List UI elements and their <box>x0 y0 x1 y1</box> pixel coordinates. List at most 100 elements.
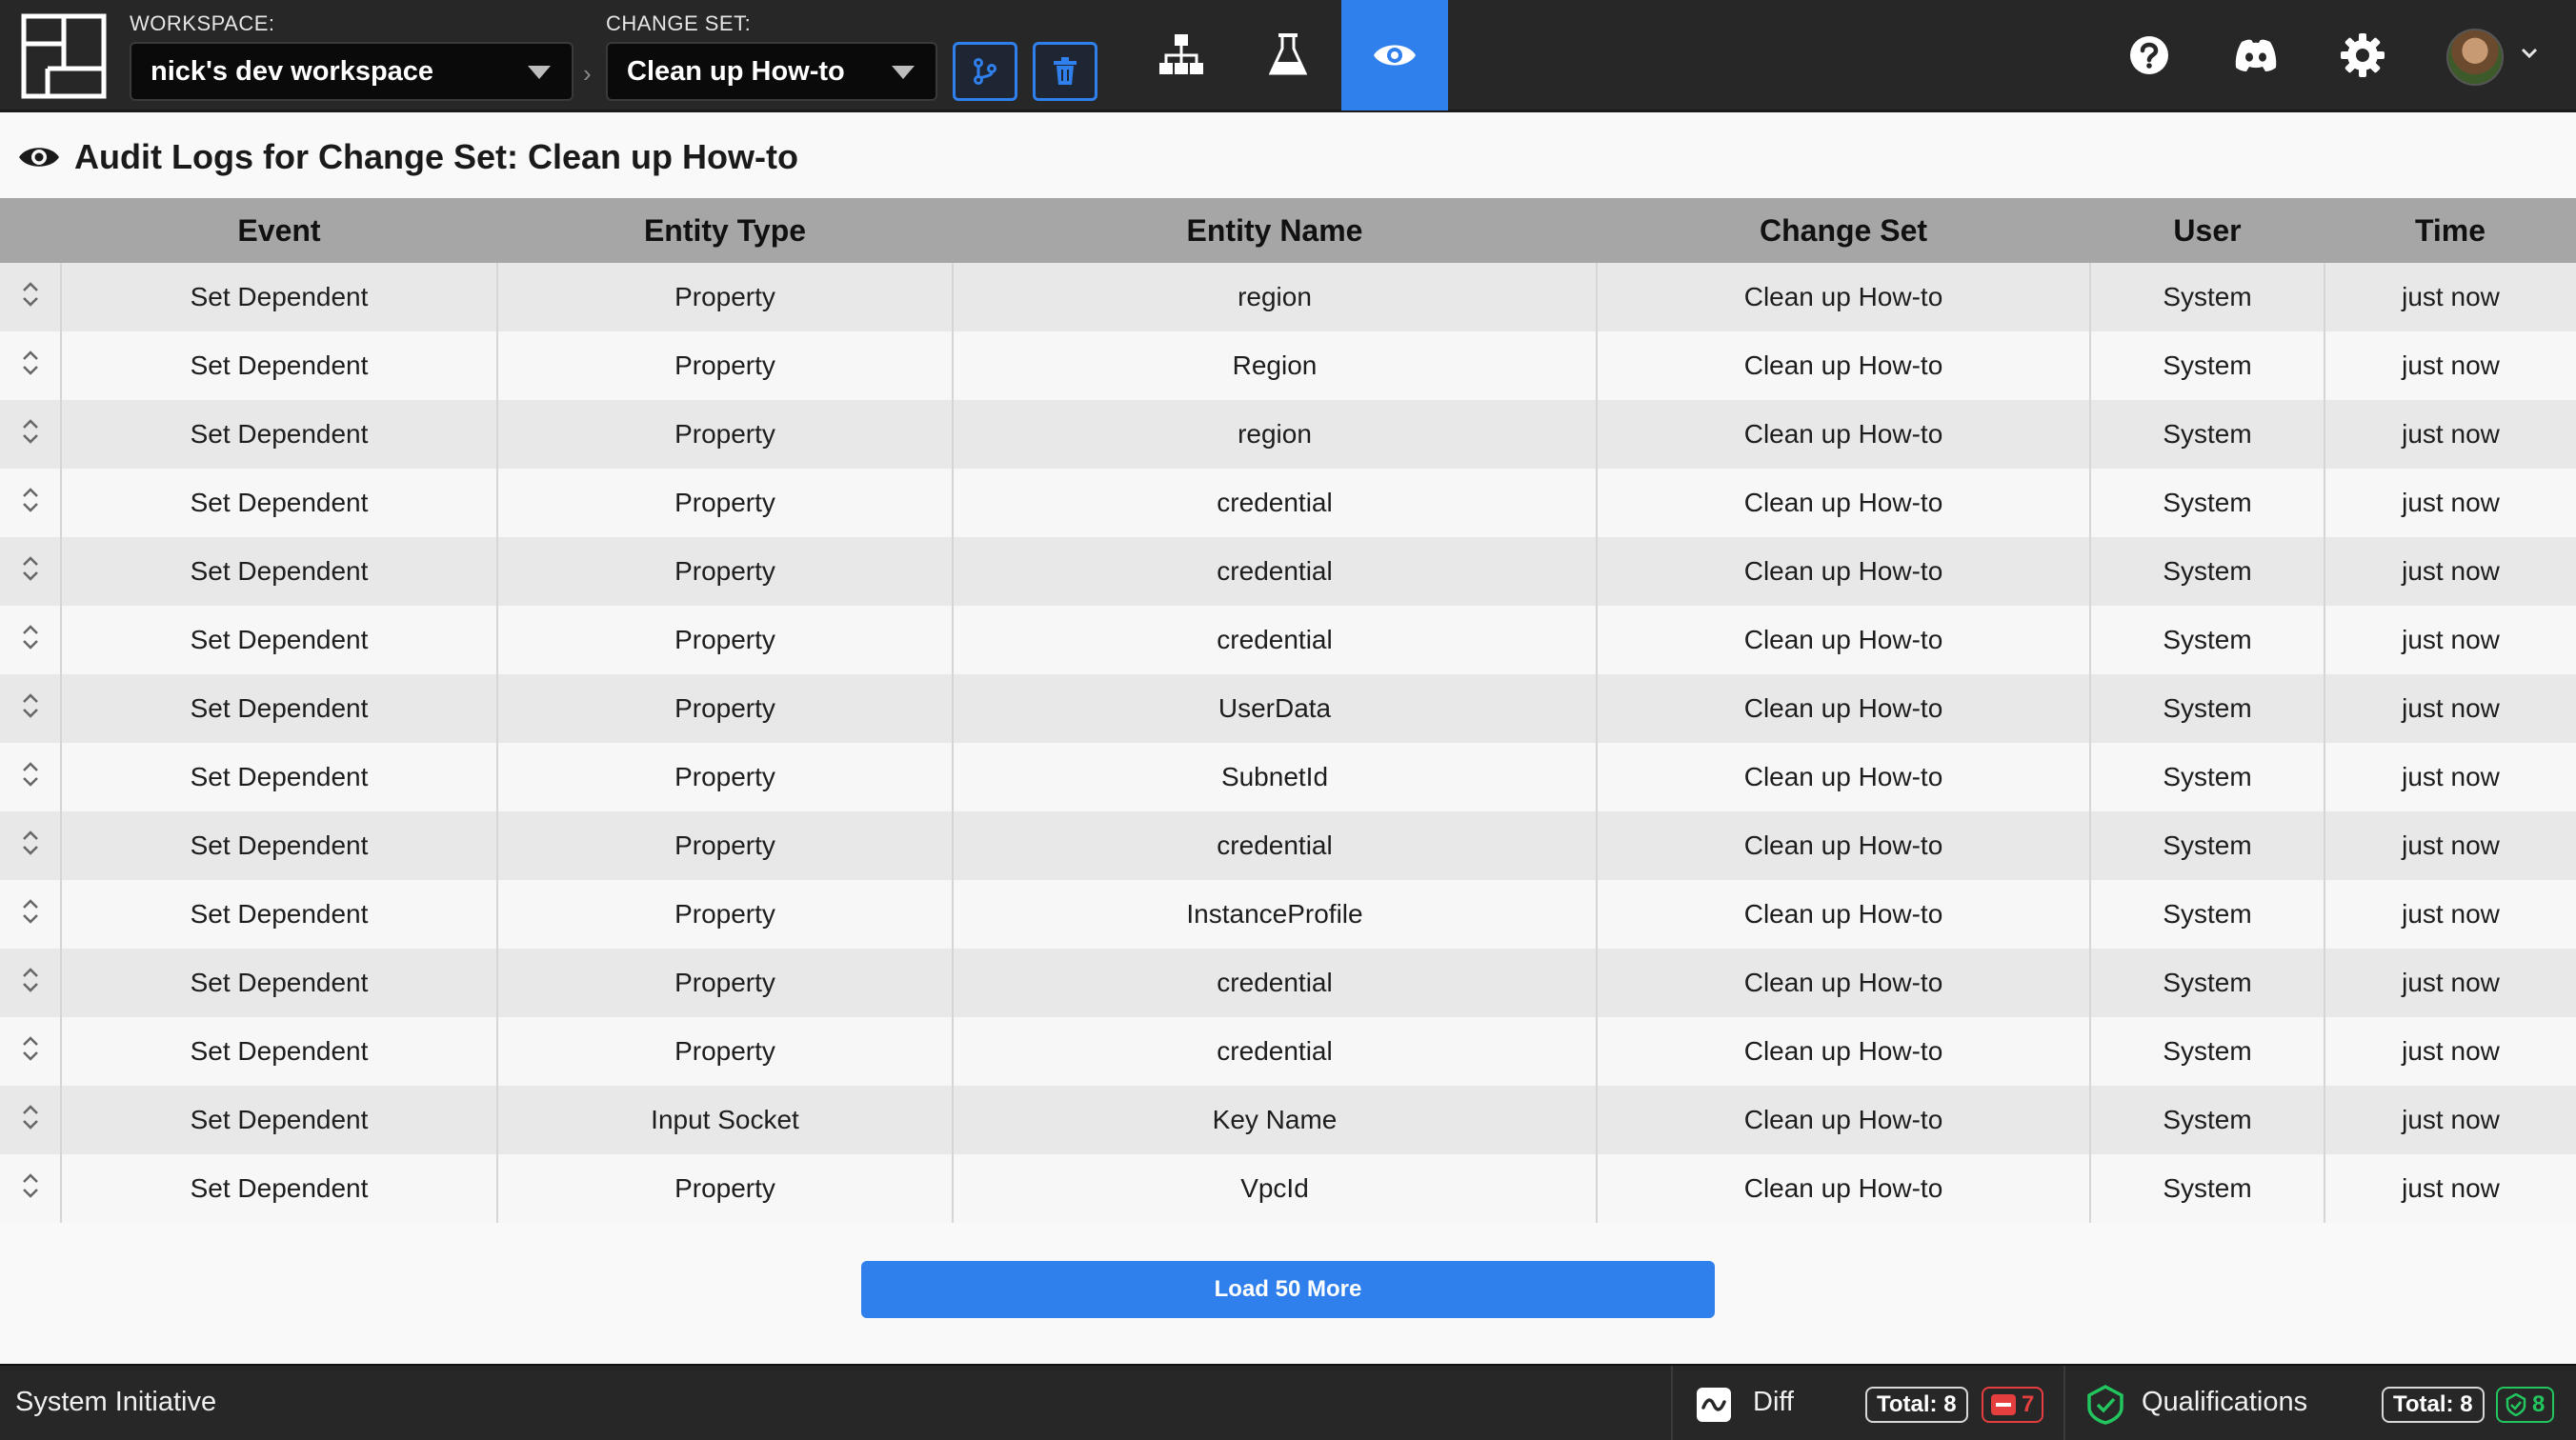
model-view-tab[interactable] <box>1128 0 1235 110</box>
cell-entity-name: VpcId <box>953 1154 1598 1223</box>
chevron-up-down-icon[interactable] <box>20 554 41 583</box>
cell-entity-name: credential <box>953 811 1598 880</box>
diff-removed-badge: 7 <box>1982 1387 2044 1423</box>
chevron-up-down-icon[interactable] <box>20 966 41 994</box>
help-button[interactable] <box>2121 27 2178 84</box>
chevron-up-down-icon[interactable] <box>20 623 41 651</box>
cell-user: System <box>2090 606 2325 674</box>
audit-view-tab[interactable] <box>1341 0 1448 110</box>
cell-change-set: Clean up How-to <box>1597 811 2091 880</box>
row-expand-cell[interactable] <box>0 400 62 469</box>
workspace-select[interactable]: nick's dev workspace <box>130 42 574 101</box>
table-row[interactable]: Set Dependent Property credential Clean up … <box>0 606 2576 674</box>
row-expand-cell[interactable] <box>0 674 62 743</box>
customize-view-tab[interactable] <box>1235 0 1341 110</box>
table-row[interactable]: Set Dependent Property credential Clean up … <box>0 1017 2576 1086</box>
column-header-time[interactable]: Time <box>2324 198 2576 263</box>
chevron-up-down-icon[interactable] <box>20 1103 41 1131</box>
chevron-up-down-icon[interactable] <box>20 1034 41 1063</box>
row-expand-cell[interactable] <box>0 743 62 811</box>
cell-user: System <box>2090 1154 2325 1223</box>
table-row[interactable]: Set Dependent Property credential Clean up … <box>0 469 2576 537</box>
row-expand-cell[interactable] <box>0 1086 62 1154</box>
row-expand-cell[interactable] <box>0 949 62 1017</box>
cell-entity-type: Property <box>497 400 954 469</box>
cell-user: System <box>2090 400 2325 469</box>
chevron-up-down-icon[interactable] <box>20 486 41 514</box>
chevron-up-down-icon[interactable] <box>20 349 41 377</box>
column-header-entity-type[interactable]: Entity Type <box>497 198 953 263</box>
qualifications-total-label: Total: <box>2393 1391 2454 1417</box>
table-row[interactable]: Set Dependent Property credential Clean up … <box>0 949 2576 1017</box>
cell-event: Set Dependent <box>61 606 498 674</box>
create-changeset-button[interactable] <box>953 42 1017 101</box>
cell-user: System <box>2090 331 2325 400</box>
cell-change-set: Clean up How-to <box>1597 469 2091 537</box>
breadcrumb-separator: › <box>583 59 592 88</box>
table-row[interactable]: Set Dependent Property SubnetId Clean up Ho… <box>0 743 2576 811</box>
avatar[interactable] <box>2446 29 2504 86</box>
column-header-event[interactable]: Event <box>61 198 497 263</box>
discord-button[interactable] <box>2227 27 2284 84</box>
column-header-expand <box>0 198 61 263</box>
row-expand-cell[interactable] <box>0 469 62 537</box>
chevron-up-down-icon[interactable] <box>20 829 41 857</box>
load-more-button[interactable]: Load 50 More <box>861 1261 1715 1318</box>
column-header-entity-name[interactable]: Entity Name <box>953 198 1597 263</box>
diff-status[interactable]: Diff Total: 8 7 <box>1671 1366 2063 1440</box>
shield-check-icon <box>2087 1385 2123 1425</box>
audit-log-body: Set Dependent Property region Clean up How-… <box>0 263 2576 1223</box>
cell-user: System <box>2090 1086 2325 1154</box>
page-title-text: Audit Logs for Change Set: Clean up How-… <box>74 137 798 176</box>
row-expand-cell[interactable] <box>0 331 62 400</box>
row-expand-cell[interactable] <box>0 1017 62 1086</box>
page-title: Audit Logs for Change Set: Clean up How-… <box>17 133 798 181</box>
table-row[interactable]: Set Dependent Property Region Clean up How-… <box>0 331 2576 400</box>
qualifications-label: Qualifications <box>2142 1387 2308 1417</box>
chevron-up-down-icon[interactable] <box>20 1171 41 1200</box>
column-header-change-set[interactable]: Change Set <box>1597 198 2090 263</box>
chevron-up-down-icon[interactable] <box>20 760 41 789</box>
changeset-select[interactable]: Clean up How-to <box>606 42 937 101</box>
row-expand-cell[interactable] <box>0 537 62 606</box>
cell-change-set: Clean up How-to <box>1597 331 2091 400</box>
qualifications-status[interactable]: Qualifications Total: 8 8 <box>2063 1366 2576 1440</box>
table-row[interactable]: Set Dependent Property VpcId Clean up How-t… <box>0 1154 2576 1223</box>
abandon-changeset-button[interactable] <box>1033 42 1097 101</box>
settings-button[interactable] <box>2334 27 2391 84</box>
cell-time: just now <box>2324 537 2576 606</box>
system-initiative-logo[interactable] <box>21 13 107 99</box>
cell-entity-name: region <box>953 263 1598 331</box>
cell-time: just now <box>2324 400 2576 469</box>
row-expand-cell[interactable] <box>0 880 62 949</box>
table-row[interactable]: Set Dependent Property UserData Clean up Ho… <box>0 674 2576 743</box>
column-header-user[interactable]: User <box>2090 198 2324 263</box>
chevron-up-down-icon[interactable] <box>20 280 41 309</box>
table-row[interactable]: Set Dependent Input Socket Key Name Clean u… <box>0 1086 2576 1154</box>
chevron-up-down-icon[interactable] <box>20 897 41 926</box>
qualifications-total-count: 8 <box>2460 1391 2473 1417</box>
row-expand-cell[interactable] <box>0 811 62 880</box>
cell-change-set: Clean up How-to <box>1597 1086 2091 1154</box>
cell-change-set: Clean up How-to <box>1597 606 2091 674</box>
cell-change-set: Clean up How-to <box>1597 880 2091 949</box>
cell-entity-name: credential <box>953 469 1598 537</box>
row-expand-cell[interactable] <box>0 263 62 331</box>
sitemap-icon <box>1159 34 1203 74</box>
cell-time: just now <box>2324 880 2576 949</box>
shield-check-icon <box>2506 1393 2526 1416</box>
chevron-down-icon[interactable] <box>2519 42 2540 63</box>
chevron-up-down-icon[interactable] <box>20 691 41 720</box>
table-row[interactable]: Set Dependent Property credential Clean up … <box>0 537 2576 606</box>
question-circle-icon <box>2130 36 2168 74</box>
table-row[interactable]: Set Dependent Property region Clean up How-… <box>0 400 2576 469</box>
table-row[interactable]: Set Dependent Property credential Clean up … <box>0 811 2576 880</box>
table-row[interactable]: Set Dependent Property region Clean up How-… <box>0 263 2576 331</box>
table-row[interactable]: Set Dependent Property InstanceProfile Clea… <box>0 880 2576 949</box>
table-header-row: Event Entity Type Entity Name Change Set… <box>0 198 2576 263</box>
changeset-label: CHANGE SET: <box>606 11 752 35</box>
row-expand-cell[interactable] <box>0 1154 62 1223</box>
row-expand-cell[interactable] <box>0 606 62 674</box>
chevron-up-down-icon[interactable] <box>20 417 41 446</box>
cell-event: Set Dependent <box>61 880 498 949</box>
